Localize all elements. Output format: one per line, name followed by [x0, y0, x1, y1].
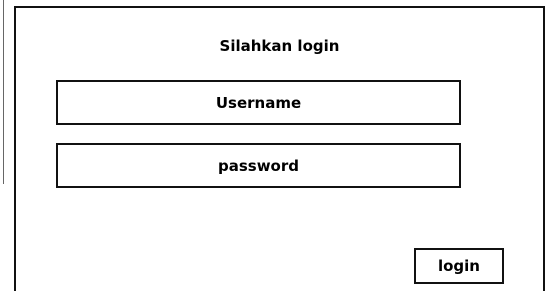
username-placeholder: Username — [215, 93, 302, 112]
login-button[interactable]: login — [414, 248, 504, 284]
window-edge-divider — [3, 0, 4, 184]
login-panel: Silahkan login Username password login — [14, 6, 545, 291]
login-title: Silahkan login — [219, 37, 340, 55]
login-screen: Silahkan login Username password login — [0, 0, 547, 293]
username-input[interactable]: Username — [56, 80, 461, 125]
login-button-label: login — [437, 257, 480, 275]
password-input[interactable]: password — [56, 143, 461, 188]
password-placeholder: password — [217, 156, 299, 175]
